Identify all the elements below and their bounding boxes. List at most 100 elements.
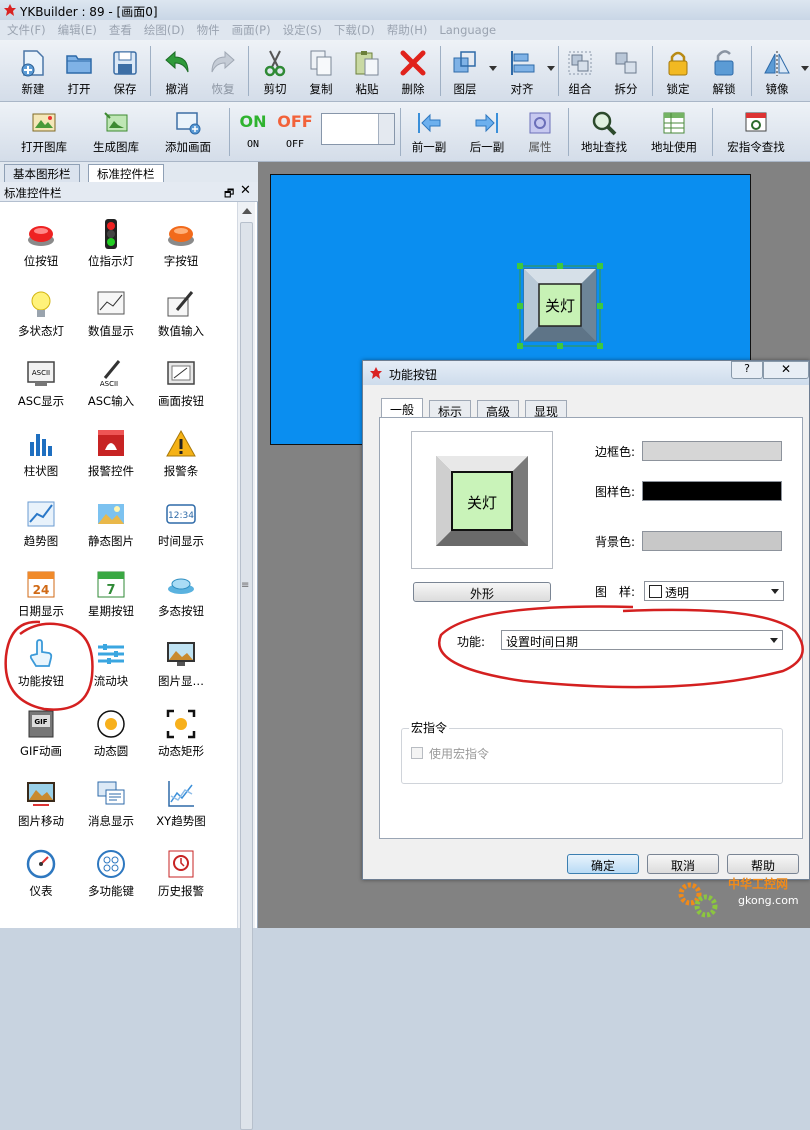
orange-button-icon [168,226,194,246]
open-button[interactable]: 打开 [60,48,98,97]
control-word-button[interactable]: 字按钮 [148,218,214,269]
border-color-swatch[interactable] [642,441,782,461]
address-usage-button[interactable]: 地址使用 [644,110,704,155]
open-library-button[interactable]: 打开图库 [10,110,78,155]
tab-basic-shapes[interactable]: 基本图形栏 [4,164,80,182]
chevron-down-icon[interactable] [378,114,394,144]
paste-button[interactable]: 粘贴 [348,48,386,97]
toolbar-combo-box[interactable] [321,113,395,145]
off-button[interactable]: OFF OFF [276,112,314,150]
menu-screen[interactable]: 画面(P) [225,20,276,38]
control-xy-trend[interactable]: XY趋势图 [148,778,214,829]
previous-page-button[interactable]: 前一副 [406,110,452,155]
control-bit-button[interactable]: 位按钮 [8,218,74,269]
add-screen-button[interactable]: 添加画面 [154,110,222,155]
traffic-light-icon [105,219,117,249]
align-dropdown-arrow[interactable] [547,66,555,71]
macro-checkbox-label: 使用宏指令 [429,747,490,761]
control-week-button[interactable]: 7 星期按钮 [78,568,144,619]
control-alarm-bar[interactable]: 报警条 [148,428,214,479]
toolbar-separator [712,108,713,156]
menu-object[interactable]: 物件 [190,20,225,38]
macro-checkbox[interactable] [411,747,423,759]
tab-general[interactable]: 一般 [381,398,424,418]
undo-button[interactable]: 撤消 [158,48,196,97]
tab-advanced[interactable]: 高级 [477,400,520,419]
layer-button[interactable]: 图层 [446,48,484,97]
selection-handles[interactable] [516,262,606,352]
control-history-alarm[interactable]: 历史报警 [148,848,214,899]
tab-standard-controls[interactable]: 标准控件栏 [88,164,164,182]
control-bar-chart[interactable]: 柱状图 [8,428,74,479]
align-button[interactable]: 对齐 [503,48,541,97]
address-search-button[interactable]: 地址查找 [574,110,634,155]
properties-button[interactable]: 属性 [517,110,563,155]
on-button[interactable]: ON ON [234,112,272,150]
scroll-thumb[interactable] [240,222,253,1130]
control-multistate-lamp[interactable]: 多状态灯 [8,288,74,339]
delete-button[interactable]: 删除 [394,48,432,97]
tab-label[interactable]: 标示 [429,400,472,419]
copy-button[interactable]: 复制 [302,48,340,97]
next-page-button[interactable]: 后一副 [464,110,510,155]
control-static-picture[interactable]: 静态图片 [78,498,144,549]
help-icon[interactable]: ? [731,361,763,379]
mirror-button[interactable]: 镜像 [758,48,796,97]
pattern-select[interactable]: 透明 [644,581,784,601]
lock-button[interactable]: 锁定 [659,48,697,97]
control-message-display[interactable]: 消息显示 [78,778,144,829]
multistate-button-icon [168,578,194,594]
control-dynamic-rect[interactable]: 动态矩形 [148,708,214,759]
menu-settings[interactable]: 设定(S) [276,20,327,38]
control-numeric-display[interactable]: 数值显示 [78,288,144,339]
chevron-down-icon[interactable] [771,589,779,594]
control-asc-display[interactable]: ASCII ASC显示 [8,358,74,409]
menu-download[interactable]: 下载(D) [327,20,380,38]
menu-view[interactable]: 查看 [102,20,137,38]
macro-search-button[interactable]: 宏指令查找 [720,110,792,155]
new-button[interactable]: 新建 [14,48,52,97]
control-asc-input[interactable]: ASCII ASC输入 [78,358,144,409]
control-alarm[interactable]: 报警控件 [78,428,144,479]
menu-file[interactable]: 文件(F) [0,20,51,38]
ok-button[interactable]: 确定 [567,854,639,874]
control-bit-lamp[interactable]: 位指示灯 [78,218,144,269]
mirror-dropdown-arrow[interactable] [801,66,809,71]
group-button[interactable]: 组合 [561,48,599,97]
help-button[interactable]: 帮助 [727,854,799,874]
ungroup-button[interactable]: 拆分 [607,48,645,97]
unlock-button[interactable]: 解锁 [705,48,743,97]
menu-language[interactable]: Language [432,21,501,37]
redo-button[interactable]: 恢复 [204,48,242,97]
pattern-color-swatch[interactable] [642,481,782,501]
cancel-button[interactable]: 取消 [647,854,719,874]
control-time-display[interactable]: 12:34 时间显示 [148,498,214,549]
control-numeric-input[interactable]: 数值输入 [148,288,214,339]
control-screen-button[interactable]: 画面按钮 [148,358,214,409]
menu-edit[interactable]: 编辑(E) [51,20,102,38]
save-button[interactable]: 保存 [106,48,144,97]
menu-help[interactable]: 帮助(H) [380,20,433,38]
control-date-display[interactable]: 24 日期显示 [8,568,74,619]
float-window-icon[interactable]: 🗗 [224,185,234,204]
tab-visibility[interactable]: 显现 [525,400,568,419]
control-picture-display[interactable]: 图片显… [148,638,214,689]
layer-dropdown-arrow[interactable] [489,66,497,71]
close-icon[interactable]: ✕ [763,361,809,379]
control-picture-move[interactable]: 图片移动 [8,778,74,829]
bulb-icon [31,291,51,317]
control-multifunction-key[interactable]: 多功能键 [78,848,144,899]
scroll-up-arrow[interactable] [242,208,252,214]
background-color-swatch[interactable] [642,531,782,551]
panel-close-icon[interactable]: ✕ [240,183,251,198]
shape-button[interactable]: 外形 [413,582,551,602]
control-trend-chart[interactable]: 趋势图 [8,498,74,549]
control-multistate-button[interactable]: 多态按钮 [148,568,214,619]
cut-button[interactable]: 剪切 [256,48,294,97]
panel-scrollbar[interactable]: ≡ [237,202,255,1130]
picture-move-icon [27,782,55,806]
create-library-button[interactable]: 生成图库 [82,110,150,155]
control-gauge[interactable]: 仪表 [8,848,74,899]
menu-draw[interactable]: 绘图(D) [137,20,190,38]
add-screen-icon [176,112,201,135]
